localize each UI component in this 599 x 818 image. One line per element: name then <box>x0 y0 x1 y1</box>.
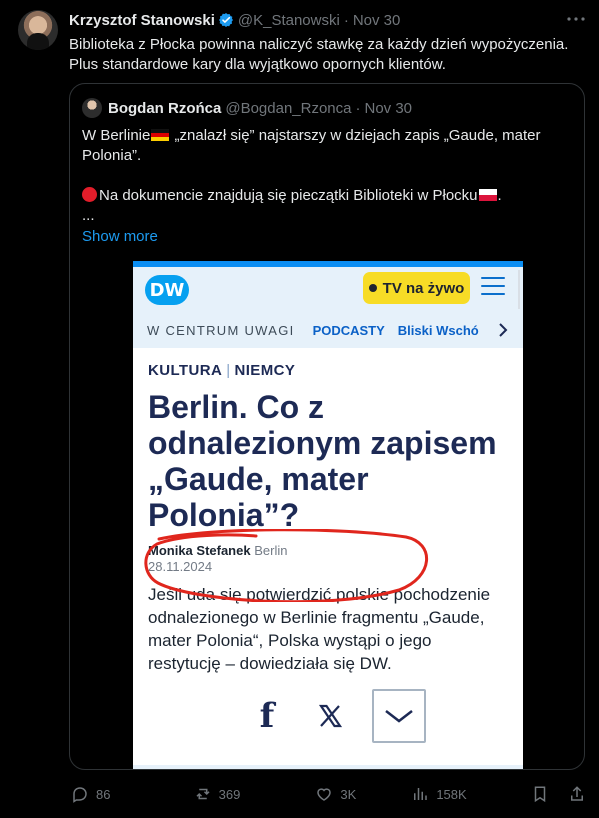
red-circle-icon <box>82 187 97 202</box>
like-icon <box>317 788 332 801</box>
article-headline: Berlin. Co z odnalezionym zapisem „Gaude… <box>148 389 497 533</box>
right-actions <box>531 785 586 803</box>
bookmark-icon[interactable] <box>531 785 549 803</box>
hamburger-menu-icon <box>481 277 505 297</box>
reply-count: 86 <box>96 786 111 802</box>
views-button[interactable]: 158K <box>411 784 534 804</box>
reply-icon <box>73 787 87 803</box>
category-separator: | <box>226 362 231 379</box>
view-count: 158K <box>436 786 467 802</box>
quoted-blank-line <box>82 166 572 186</box>
article-share-bar: f <box>248 687 428 744</box>
article-category: KULTURA | NIEMCY <box>148 362 506 379</box>
author-avatar[interactable] <box>18 10 58 50</box>
tv-live-label: TV na żywo <box>382 279 465 297</box>
germany-flag-icon <box>151 129 170 141</box>
show-more-link[interactable]: Show more <box>82 227 572 247</box>
quoted-author-name[interactable]: Bogdan Rzońca <box>108 100 221 117</box>
quoted-header-separator: · <box>355 99 361 117</box>
more-horizontal-icon[interactable] <box>565 9 587 29</box>
repost-button[interactable]: 369 <box>194 784 316 804</box>
verified-badge-icon <box>218 12 234 28</box>
screenshot-scrollbar <box>518 270 520 309</box>
quoted-tweet-card[interactable]: Bogdan Rzońca @Bogdan_Rzonca · Nov 30 W … <box>69 83 585 770</box>
quoted-author-handle[interactable]: @Bogdan_Rzonca <box>225 100 351 117</box>
share-icon[interactable] <box>568 785 586 803</box>
nav-item-podcasts: PODCASTY <box>312 322 385 338</box>
category-germany: NIEMCY <box>234 362 296 379</box>
views-icon <box>414 788 428 800</box>
quoted-tweet-date[interactable]: Nov 30 <box>365 100 413 117</box>
quoted-line-1-prefix: W Berlinie <box>82 127 151 144</box>
header-separator: · <box>343 11 349 29</box>
quoted-author-avatar[interactable] <box>82 98 102 118</box>
quoted-line-2: Na dokumencie znajdują się pieczątki Bib… <box>82 186 572 206</box>
repost-count: 369 <box>218 786 241 802</box>
article-bottom-rule <box>133 765 523 769</box>
tweet-header: Krzysztof Stanowski @K_Stanowski · Nov 3… <box>69 10 587 30</box>
like-count: 3K <box>340 786 357 802</box>
author-handle[interactable]: @K_Stanowski <box>238 12 340 29</box>
quoted-line-2-text: Na dokumencie znajdują się pieczątki Bib… <box>99 187 478 204</box>
tweet-date[interactable]: Nov 30 <box>353 12 401 29</box>
tweet-actions: 86 369 3K 158K <box>71 784 586 804</box>
live-dot-icon <box>368 284 377 292</box>
chevron-right-icon <box>499 323 508 337</box>
repost-icon <box>196 788 210 800</box>
quoted-tweet-body: W Berlinie „znalazł się” najstarszy w dz… <box>82 126 572 247</box>
dw-header: DW TV na żywo W CENTRUM UWAGI PODCASTY B… <box>133 261 523 348</box>
nav-item-middle-east: Bliski Wschó <box>397 322 479 338</box>
poland-flag-icon <box>478 189 497 201</box>
quoted-ellipsis: ... <box>82 207 95 224</box>
facebook-icon: f <box>259 695 275 736</box>
dw-nav: W CENTRUM UWAGI PODCASTY Bliski Wschó <box>147 319 523 341</box>
dw-logo: DW <box>145 275 189 305</box>
reply-button[interactable]: 86 <box>71 784 194 804</box>
author-name[interactable]: Krzysztof Stanowski <box>69 12 215 29</box>
nav-item-focus: W CENTRUM UWAGI <box>147 322 295 338</box>
chevron-down-icon <box>372 688 426 743</box>
category-culture: KULTURA <box>148 362 223 379</box>
x-icon <box>311 697 349 735</box>
like-button[interactable]: 3K <box>315 784 411 804</box>
article-content: KULTURA | NIEMCY Berlin. Co z odnalezionym… <box>133 348 523 675</box>
tv-live-button: TV na żywo <box>363 272 470 304</box>
quoted-line-1: W Berlinie „znalazł się” najstarszy w dz… <box>82 126 572 166</box>
quoted-tweet-header: Bogdan Rzońca @Bogdan_Rzonca · Nov 30 <box>82 98 412 118</box>
tweet-body: Biblioteka z Płocka powinna naliczyć sta… <box>69 36 569 73</box>
embedded-article-screenshot[interactable]: DW TV na żywo W CENTRUM UWAGI PODCASTY B… <box>133 261 523 769</box>
red-annotation-circle <box>144 529 429 602</box>
